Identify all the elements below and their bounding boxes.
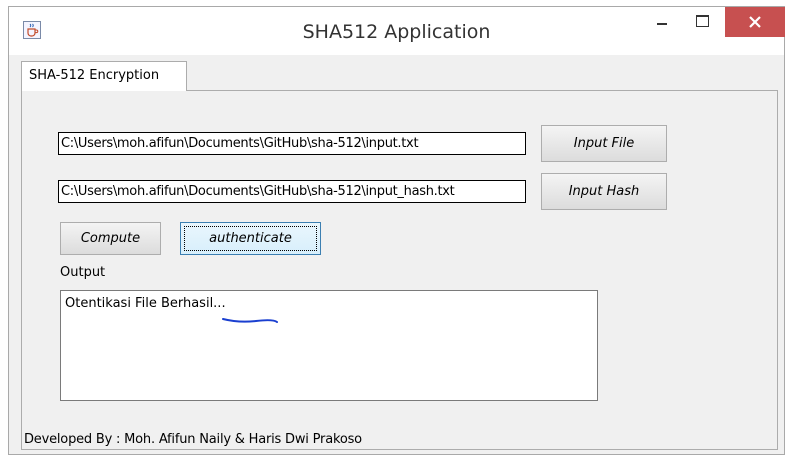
- close-button[interactable]: [725, 7, 785, 37]
- input-hash-path-field[interactable]: C:\Users\moh.afifun\Documents\GitHub\sha…: [58, 180, 526, 203]
- maximize-icon: [696, 15, 709, 27]
- maximize-button[interactable]: [684, 7, 720, 37]
- close-icon: [749, 16, 761, 28]
- output-text: Otentikasi File Berhasil...: [65, 296, 226, 311]
- focus-ring: [184, 226, 317, 251]
- tab-panel: C:\Users\moh.afifun\Documents\GitHub\sha…: [21, 90, 778, 450]
- app-window: SHA512 Application SHA-512 Encryption C:…: [8, 6, 785, 455]
- authenticate-button[interactable]: authenticate: [180, 222, 321, 255]
- compute-button[interactable]: Compute: [60, 222, 161, 255]
- input-hash-button[interactable]: Input Hash: [541, 173, 667, 210]
- tab-sha512-encryption[interactable]: SHA-512 Encryption: [21, 61, 187, 91]
- minimize-button[interactable]: [643, 7, 679, 37]
- minimize-icon: [657, 23, 667, 25]
- footer-credits: Developed By : Moh. Afifun Naily & Haris…: [24, 432, 362, 447]
- title-bar[interactable]: SHA512 Application: [9, 7, 785, 55]
- input-file-button[interactable]: Input File: [541, 125, 667, 162]
- output-label: Output: [60, 265, 106, 280]
- pen-annotation-underline: [222, 318, 278, 323]
- output-textarea[interactable]: Otentikasi File Berhasil...: [60, 290, 598, 401]
- input-file-path-field[interactable]: C:\Users\moh.afifun\Documents\GitHub\sha…: [58, 132, 526, 155]
